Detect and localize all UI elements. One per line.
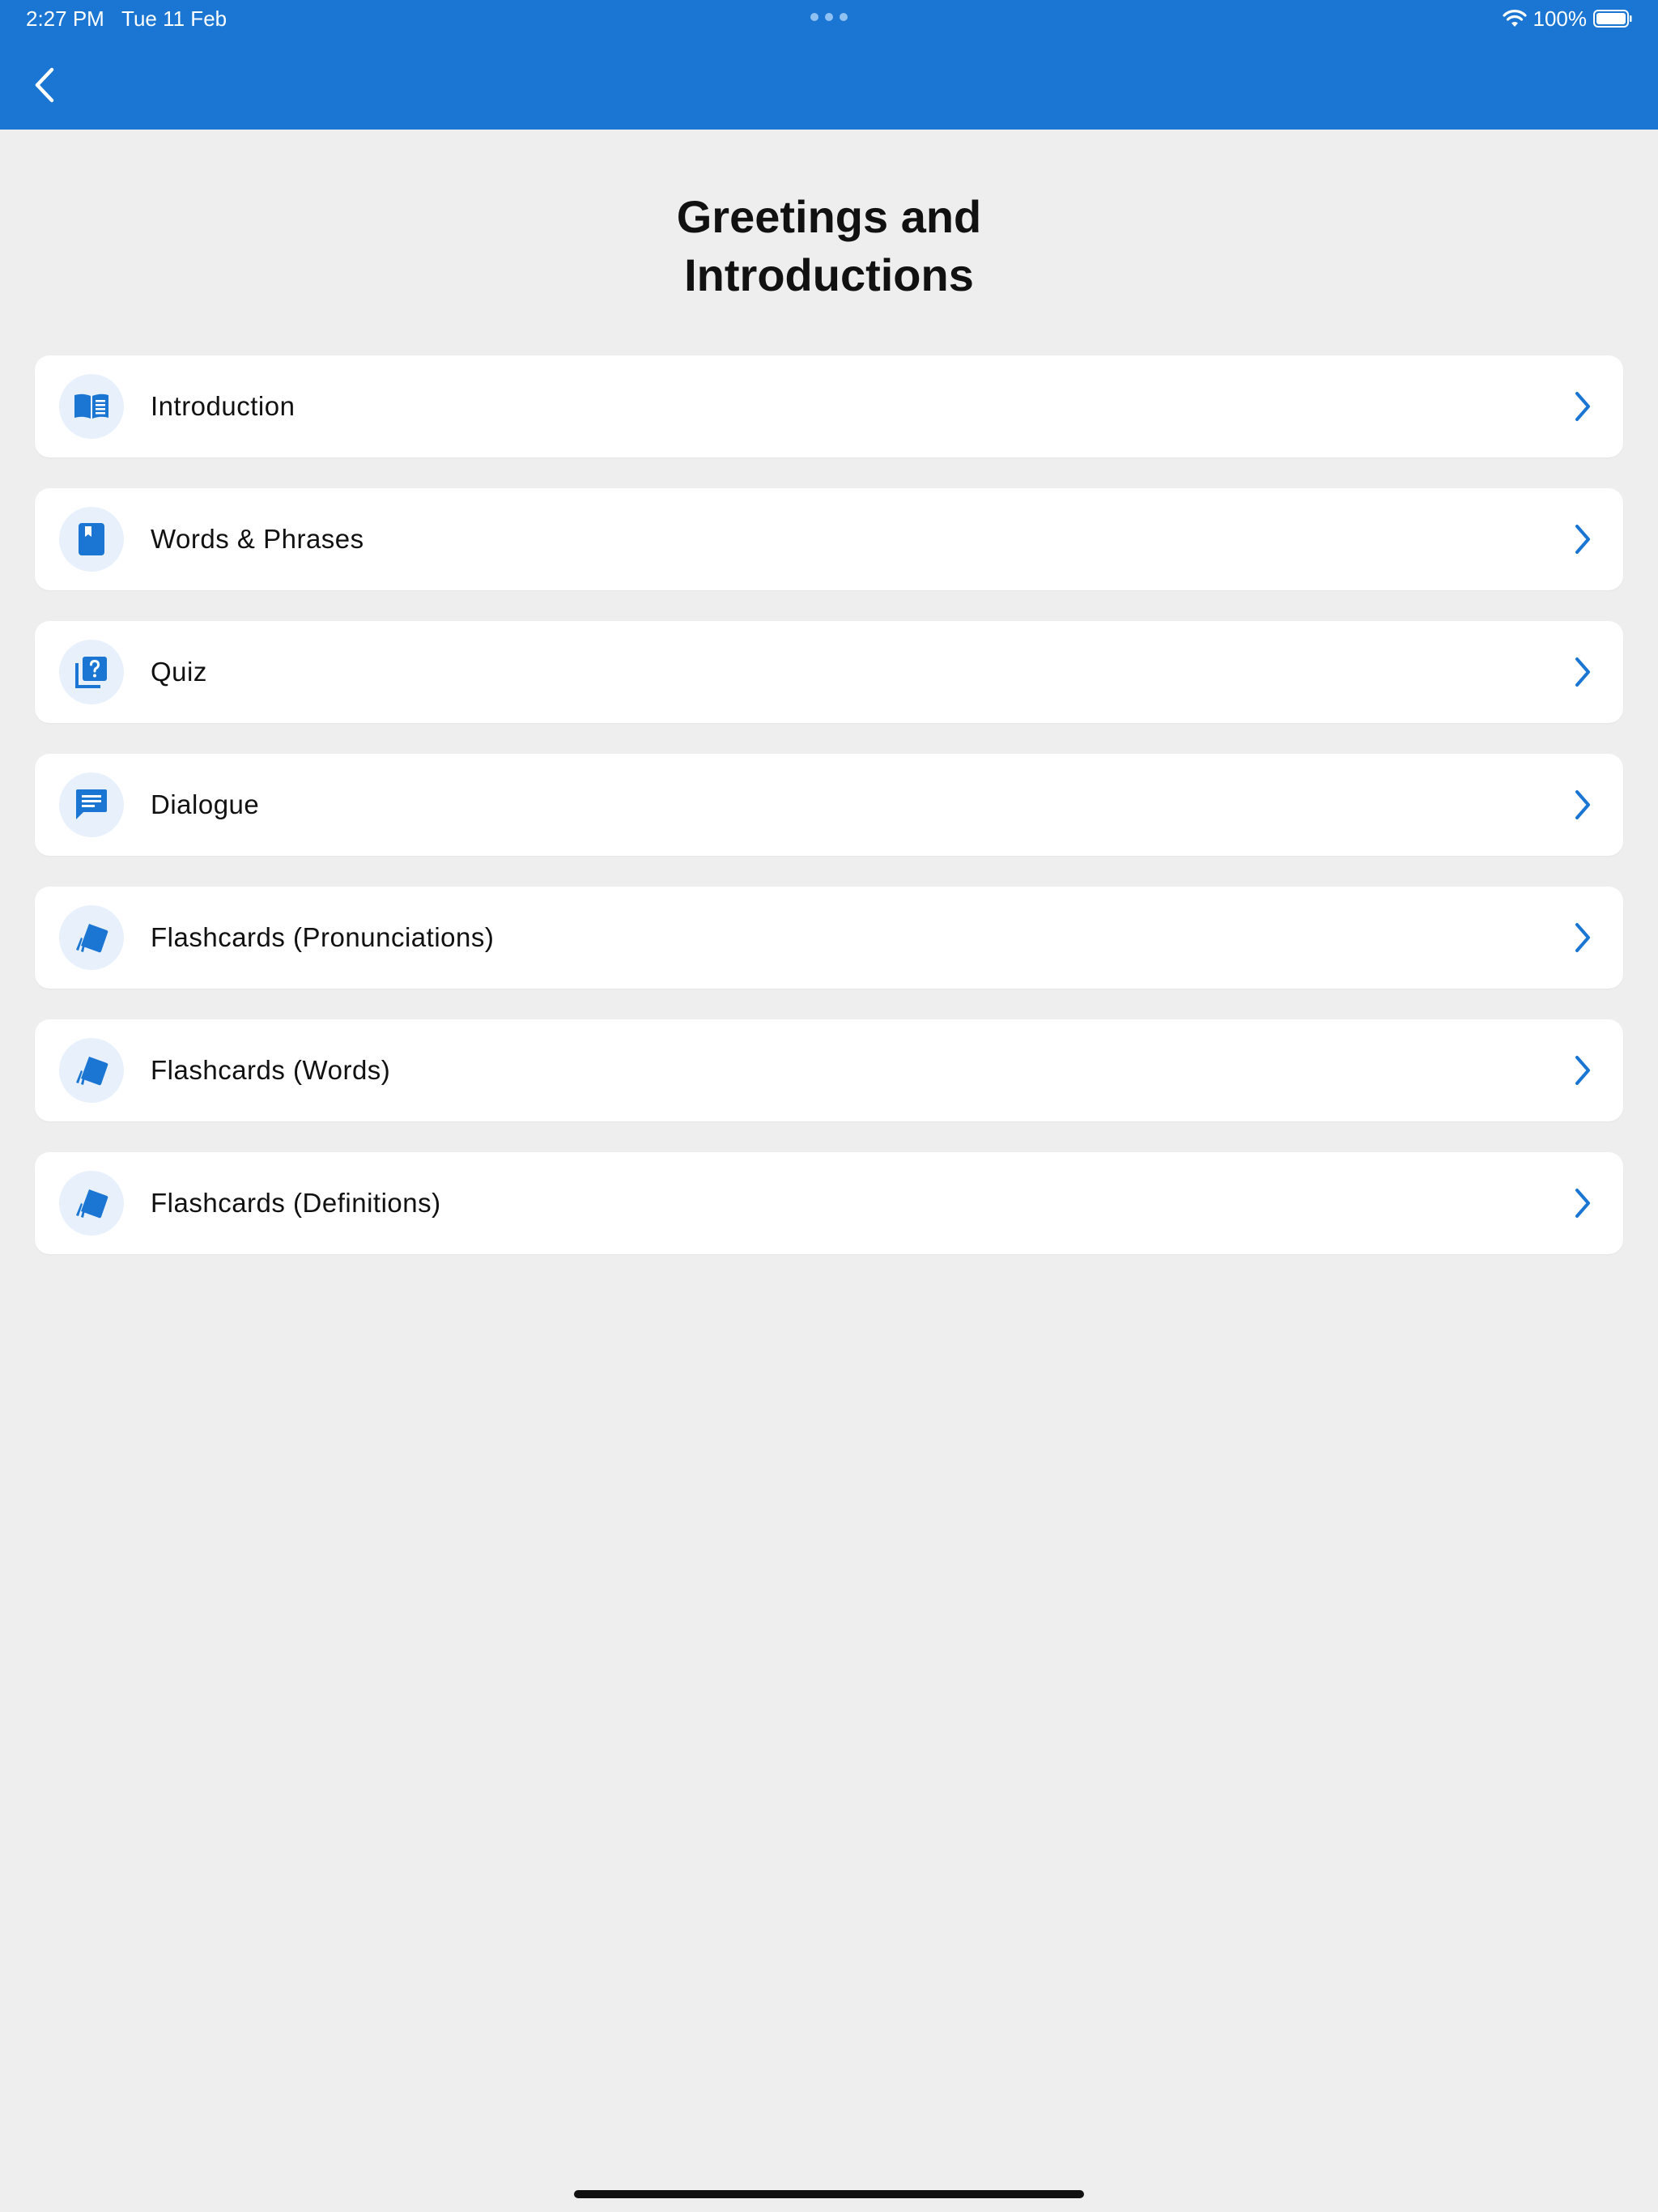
back-button[interactable] [24, 57, 65, 113]
page-title-line-1: Greetings and [676, 191, 982, 242]
menu-item-flashcards-pronunciations[interactable]: Flashcards (Pronunciations) [35, 887, 1623, 989]
menu-item-label: Flashcards (Words) [151, 1055, 391, 1085]
battery-percent: 100% [1533, 6, 1588, 31]
icon-circle [59, 374, 124, 439]
chevron-right-icon [1575, 392, 1590, 421]
menu-item-label: Flashcards (Definitions) [151, 1188, 441, 1218]
menu-item-dialogue[interactable]: Dialogue [35, 754, 1623, 856]
status-indicators: 100% [1502, 6, 1633, 31]
icon-circle [59, 640, 124, 704]
menu-item-label: Flashcards (Pronunciations) [151, 922, 495, 952]
menu-item-label: Introduction [151, 391, 295, 421]
menu-item-quiz[interactable]: Quiz [35, 621, 1623, 723]
page-title: Greetings and Introductions [0, 188, 1658, 304]
menu-item-label: Dialogue [151, 789, 260, 819]
flashcards-icon [76, 924, 108, 953]
wifi-icon [1502, 10, 1527, 27]
icon-circle [59, 1171, 124, 1236]
chat-bubble-icon [76, 789, 107, 819]
menu-item-label: Words & Phrases [151, 524, 364, 554]
top-app-bar: 2:27 PM Tue 11 Feb 100% [0, 0, 1658, 130]
chevron-right-icon [1575, 1056, 1590, 1085]
flashcards-icon [76, 1189, 108, 1219]
page-title-line-2: Introductions [684, 249, 974, 300]
status-date-value: Tue 11 Feb [121, 6, 227, 31]
icon-circle [59, 772, 124, 837]
icon-circle [59, 905, 124, 970]
menu-item-flashcards-definitions[interactable]: Flashcards (Definitions) [35, 1152, 1623, 1254]
home-indicator[interactable] [574, 2190, 1084, 2198]
bookmark-book-icon [79, 523, 104, 555]
chevron-right-icon [1575, 525, 1590, 554]
icon-circle [59, 507, 124, 572]
quiz-question-icon [75, 657, 107, 688]
flashcards-icon [76, 1057, 108, 1086]
menu-item-words-phrases[interactable]: Words & Phrases [35, 488, 1623, 590]
chevron-right-icon [1575, 923, 1590, 952]
chevron-right-icon [1575, 790, 1590, 819]
lesson-menu-list: Introduction Words & Phrases Quiz Dialog… [35, 355, 1623, 1285]
status-time: 2:27 PM Tue 11 Feb [26, 6, 227, 31]
chevron-right-icon [1575, 657, 1590, 687]
battery-icon [1593, 10, 1632, 28]
open-book-icon [74, 393, 108, 419]
icon-circle [59, 1038, 124, 1103]
multitasking-dots-icon[interactable] [810, 13, 848, 21]
chevron-right-icon [1575, 1189, 1590, 1218]
menu-item-flashcards-words[interactable]: Flashcards (Words) [35, 1019, 1623, 1121]
status-time-value: 2:27 PM [26, 6, 104, 31]
menu-item-introduction[interactable]: Introduction [35, 355, 1623, 457]
menu-item-label: Quiz [151, 657, 207, 687]
chevron-left-icon [35, 67, 54, 103]
